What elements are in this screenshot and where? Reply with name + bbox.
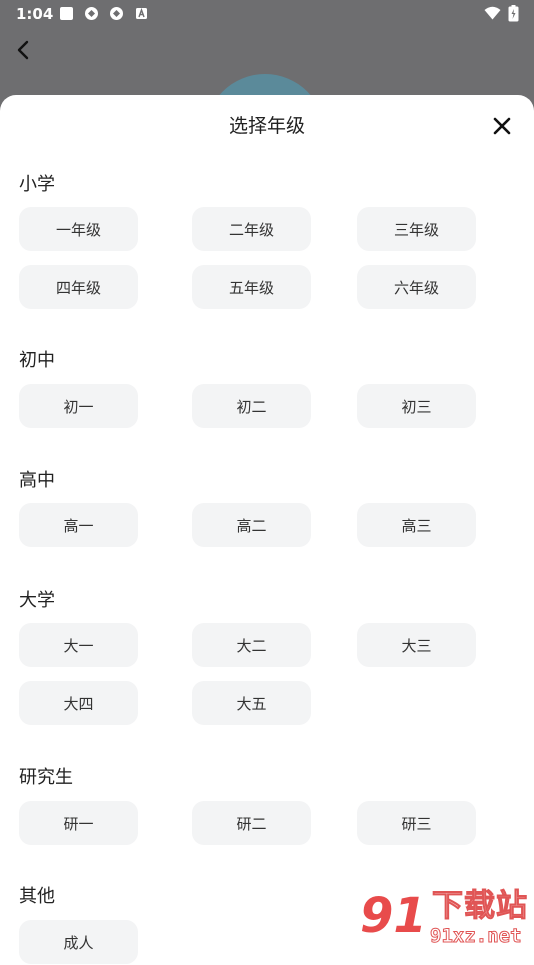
section-title-senior-high: 高中	[19, 470, 55, 491]
grade-chip[interactable]: 研二	[192, 801, 311, 845]
watermark-91: 91	[360, 888, 427, 944]
sheet-title: 选择年级	[228, 115, 305, 137]
grade-chip[interactable]: 二年级	[192, 207, 311, 251]
section-title-university: 大学	[19, 590, 55, 611]
grade-chip[interactable]: 高一	[19, 503, 138, 547]
grade-chip[interactable]: 大二	[192, 623, 311, 667]
grade-chip[interactable]: 初二	[192, 384, 311, 428]
status-bar: 1:04	[0, 0, 534, 28]
grade-chip[interactable]: 大一	[19, 623, 138, 667]
section-title-primary: 小学	[19, 174, 55, 195]
grade-chip[interactable]: 大三	[357, 623, 476, 667]
wifi-icon	[484, 6, 501, 20]
back-arrow-icon[interactable]	[12, 38, 36, 62]
watermark-line1: 下载站	[432, 888, 528, 925]
grade-chip[interactable]: 初一	[19, 384, 138, 428]
status-time: 1:04	[16, 5, 54, 23]
grade-chip[interactable]: 六年级	[357, 265, 476, 309]
section-title-graduate: 研究生	[19, 767, 73, 788]
section-title-other: 其他	[19, 886, 55, 907]
watermark-line2: 91xz.net	[430, 925, 523, 948]
grade-chip[interactable]: 高三	[357, 503, 476, 547]
section-title-junior-high: 初中	[19, 350, 55, 371]
app-notification-icon	[110, 7, 123, 20]
text-notification-icon	[136, 7, 147, 19]
app-notification-icon	[85, 7, 98, 20]
grade-chip[interactable]: 四年级	[19, 265, 138, 309]
battery-icon	[508, 5, 519, 22]
grade-chip[interactable]: 研一	[19, 801, 138, 845]
close-icon[interactable]	[491, 115, 513, 137]
grade-chip[interactable]: 五年级	[192, 265, 311, 309]
grade-chip[interactable]: 大四	[19, 681, 138, 725]
grade-chip[interactable]: 一年级	[19, 207, 138, 251]
grade-chip[interactable]: 成人	[19, 920, 138, 964]
grade-selection-sheet: 选择年级 小学 一年级 二年级 三年级 四年级 五年级 六年级 初中 初一 初二…	[0, 95, 534, 965]
grade-chip[interactable]: 大五	[192, 681, 311, 725]
notification-square-icon	[60, 7, 73, 20]
grade-chip[interactable]: 初三	[357, 384, 476, 428]
grade-chip[interactable]: 高二	[192, 503, 311, 547]
grade-chip[interactable]: 三年级	[357, 207, 476, 251]
grade-chip[interactable]: 研三	[357, 801, 476, 845]
watermark-logo: 91 下载站 91xz.net	[360, 888, 534, 950]
